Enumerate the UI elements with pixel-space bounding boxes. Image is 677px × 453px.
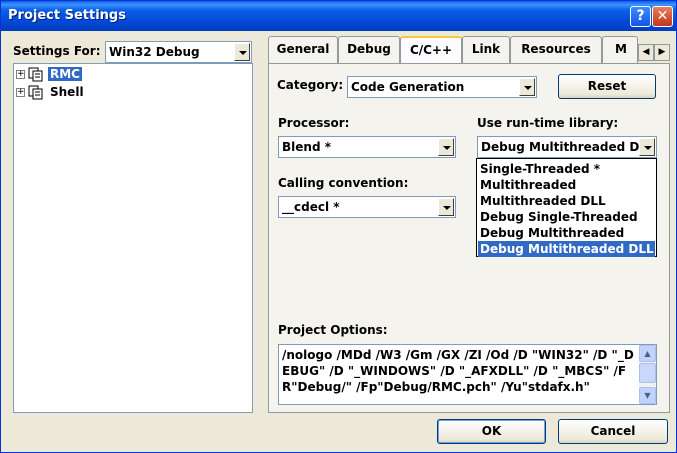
project-options-label: Project Options: [278, 323, 388, 337]
calling-convention-label: Calling convention: [278, 176, 409, 190]
tab-link[interactable]: Link [462, 36, 510, 63]
runtime-library-label: Use run-time library: [477, 116, 619, 130]
settings-for-combo[interactable]: Win32 Debug [105, 41, 252, 63]
chevron-down-icon[interactable] [519, 78, 535, 96]
tree-item-label: RMC [48, 67, 82, 81]
settings-for-value: Win32 Debug [109, 45, 200, 59]
processor-value: Blend * [282, 140, 331, 154]
list-item[interactable]: Multithreaded DLL [478, 193, 655, 209]
tab-debug[interactable]: Debug [338, 36, 400, 63]
category-value: Code Generation [351, 80, 465, 94]
chevron-down-icon[interactable] [438, 198, 454, 216]
runtime-library-dropdown-list[interactable]: Single-Threaded * Multithreaded Multithr… [476, 158, 657, 257]
tab-resources[interactable]: Resources [510, 36, 602, 63]
scroll-up-icon[interactable]: ▲ [639, 345, 656, 362]
expand-icon[interactable]: + [16, 88, 25, 97]
reset-button[interactable]: Reset [558, 74, 656, 99]
chevron-down-icon[interactable] [234, 43, 250, 61]
project-icon [28, 85, 43, 100]
project-options-textarea[interactable]: /nologo /MDd /W3 /Gm /GX /ZI /Od /D "WIN… [278, 344, 657, 405]
project-tree[interactable]: + RMC + Shell [13, 63, 253, 413]
processor-combo[interactable]: Blend * [278, 136, 456, 158]
project-settings-dialog: Project Settings ? ✕ Settings For: Win32… [0, 0, 677, 453]
help-button[interactable]: ? [630, 6, 651, 27]
chevron-down-icon[interactable] [639, 138, 655, 156]
list-item[interactable]: Single-Threaded * [478, 161, 655, 177]
list-item[interactable]: Debug Single-Threaded [478, 209, 655, 225]
tree-item-label: Shell [50, 85, 84, 99]
settings-for-label: Settings For: [13, 44, 101, 58]
chevron-down-icon[interactable] [438, 138, 454, 156]
close-button[interactable]: ✕ [652, 6, 673, 27]
runtime-library-combo[interactable]: Debug Multithreaded DL [477, 136, 657, 158]
title-bar[interactable]: Project Settings ? ✕ [1, 1, 676, 31]
category-label: Category: [277, 78, 344, 92]
tab-general[interactable]: General [268, 36, 338, 63]
project-options-text: /nologo /MDd /W3 /Gm /GX /ZI /Od /D "WIN… [282, 348, 634, 394]
vertical-scrollbar[interactable]: ▲ ▼ [639, 345, 656, 404]
cancel-button[interactable]: Cancel [558, 419, 668, 444]
project-icon [28, 67, 43, 82]
scroll-down-icon[interactable]: ▼ [639, 387, 656, 404]
tab-scroll-left-icon[interactable]: ◀ [638, 44, 654, 61]
expand-icon[interactable]: + [16, 70, 25, 79]
scroll-thumb[interactable] [639, 363, 656, 383]
category-combo[interactable]: Code Generation [347, 76, 537, 98]
tab-c-cpp[interactable]: C/C++ [400, 36, 462, 63]
list-item-selected[interactable]: Debug Multithreaded DLL [478, 241, 655, 257]
calling-convention-value: __cdecl * [282, 200, 340, 214]
list-item[interactable]: Multithreaded [478, 177, 655, 193]
ok-button[interactable]: OK [437, 419, 546, 444]
runtime-library-value: Debug Multithreaded DL [481, 140, 647, 154]
list-item[interactable]: Debug Multithreaded [478, 225, 655, 241]
calling-convention-combo[interactable]: __cdecl * [278, 196, 456, 218]
tab-scroll-right-icon[interactable]: ▶ [654, 44, 670, 61]
tab-more[interactable]: M [602, 36, 638, 63]
window-title: Project Settings [8, 8, 126, 23]
processor-label: Processor: [278, 116, 350, 130]
